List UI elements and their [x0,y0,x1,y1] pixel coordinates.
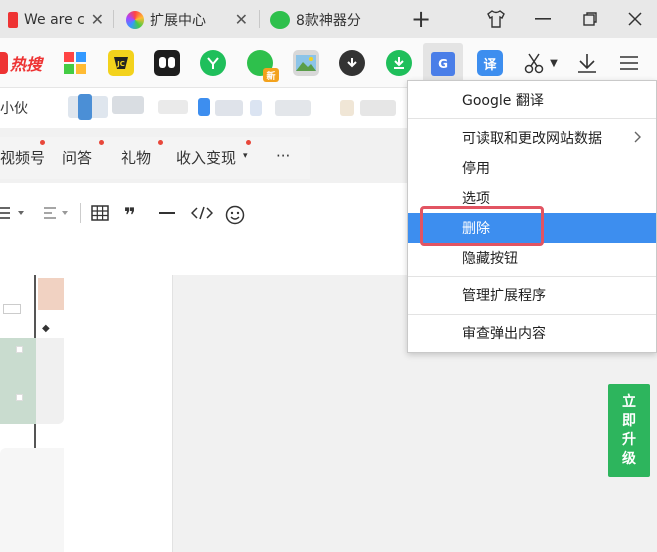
download-green-icon[interactable] [386,50,412,76]
table-icon[interactable] [91,205,109,226]
menu-separator [408,118,656,119]
upgrade-char: 升 [622,431,636,448]
close-icon[interactable]: ✕ [235,10,248,29]
blurred-bookmark [78,94,92,120]
menu-title-label: Google 翻译 [462,93,544,109]
menu-item-disable[interactable]: 停用 [408,153,656,183]
notification-dot [99,140,104,145]
menu-item-label: 审查弹出内容 [462,326,546,342]
blurred-bookmark [112,96,144,114]
checkbox[interactable] [16,346,23,353]
list-icon[interactable] [0,205,26,226]
align-icon[interactable] [42,205,70,226]
rainbow-circle-icon [126,11,144,29]
tab-we-are[interactable]: We are c ✕ [0,4,110,36]
tab-label: 8款神器分 [296,13,361,29]
emoji-icon[interactable] [225,205,245,230]
blurred-bookmark [340,100,354,116]
translate-extension-icon[interactable]: 译 [477,50,503,76]
menu-item-label: 停用 [462,161,490,177]
menu-item-inspect-popup[interactable]: 审查弹出内容 [408,318,656,348]
image-extension-icon[interactable] [293,50,319,76]
notification-dot [40,140,45,145]
eyes-extension-icon[interactable] [154,50,180,76]
nav-item-video[interactable]: 视频号 [0,147,45,168]
jc-extension-icon[interactable]: JC [108,50,134,76]
nav-item-qa[interactable]: 问答 [62,147,92,168]
horizontal-rule-icon[interactable] [158,205,176,226]
new-badge-extension-icon[interactable]: 新 [247,50,279,82]
menu-item-label: 可读取和更改网站数据 [462,131,602,147]
menu-separator [408,314,656,315]
menu-item-label: 管理扩展程序 [462,288,546,304]
tag-label [3,304,21,314]
menu-item-hide-button[interactable]: 隐藏按钮 [408,243,656,273]
wechat-icon [270,11,290,29]
annotation-highlight-box [420,206,544,246]
blurred-bookmark [198,98,210,116]
upgrade-char: 即 [622,412,636,429]
menu-item-label: 隐藏按钮 [462,251,518,267]
close-window-button[interactable] [620,6,650,32]
blurred-bookmark [215,100,243,116]
tab-separator [259,10,260,28]
download-dark-icon[interactable] [339,50,365,76]
notification-dot [246,140,251,145]
blurred-bookmark [158,100,188,114]
tab-extension-center[interactable]: 扩展中心 ✕ [118,4,254,36]
upgrade-button[interactable]: 立 即 升 级 [608,384,650,477]
menu-title-google-translate[interactable]: Google 翻译 [408,85,656,115]
y-extension-icon[interactable] [200,50,226,76]
close-icon[interactable]: ✕ [91,10,104,29]
chevron-right-icon [634,129,642,147]
more-button[interactable]: ··· [276,147,290,165]
minimize-button[interactable] [528,6,558,32]
blurred-bookmark [275,100,311,116]
tab-label: We are c [24,12,85,28]
chevron-down-icon[interactable]: ▼ [547,50,561,76]
bookmark-partial-text: 小伙 [0,101,28,117]
tab-bar: We are c ✕ 扩展中心 ✕ 8款神器分 + [0,0,657,38]
menu-item-manage-extensions[interactable]: 管理扩展程序 [408,280,656,310]
code-icon[interactable] [190,205,214,226]
nav-item-gifts[interactable]: 礼物 [121,147,151,168]
creator-nav: 视频号 问答 礼物 收入变现 ▾ ··· [0,137,310,179]
menu-icon[interactable] [615,50,643,76]
quote-icon[interactable]: ❞ [124,203,136,227]
nav-item-monetize[interactable]: 收入变现 [176,147,236,168]
download-icon[interactable] [573,50,601,76]
blurred-bookmark [360,100,396,116]
web-icon [8,12,18,28]
tab-separator [113,10,114,28]
new-tab-button[interactable]: + [406,5,436,33]
tshirt-icon[interactable] [481,6,511,32]
menu-item-site-access[interactable]: 可读取和更改网站数据 [408,123,656,153]
upgrade-char: 级 [622,450,636,467]
google-translate-icon: G [431,52,455,76]
hot-search-label: 热搜 [10,55,43,74]
toolbar-divider [80,203,81,223]
notification-dot [158,140,163,145]
badge-icon: ◆ [42,323,50,334]
upgrade-char: 立 [622,393,636,410]
checkbox[interactable] [16,394,23,401]
content-divider [172,275,173,552]
card-grey-block [36,338,64,424]
tab-label: 扩展中心 [150,13,206,29]
card-lower [0,448,64,552]
editor-toolbar: ❞ [0,183,420,275]
chevron-down-icon: ▾ [243,151,248,161]
hot-search-icon [0,52,8,74]
blurred-bookmark [250,100,262,116]
thumbnail-orange [38,278,64,310]
google-translate-extension-button[interactable]: G [423,43,463,85]
restore-button[interactable] [575,6,605,32]
menu-separator [408,276,656,277]
hot-search-button[interactable]: 热搜 [0,50,42,76]
scissors-icon[interactable] [520,50,548,76]
apps-grid-icon[interactable] [62,50,88,76]
menu-item-label: 选项 [462,191,490,207]
tab-wechat-article[interactable]: 8款神器分 [262,4,396,36]
svg-text:JC: JC [116,60,125,68]
